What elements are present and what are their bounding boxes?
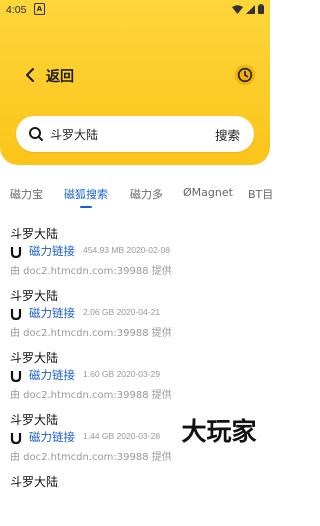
list-item[interactable]: 斗罗大陆: [10, 468, 260, 526]
result-meta: 1.44 GB 2020-03-28: [83, 431, 160, 441]
magnet-link[interactable]: 磁力链接: [29, 429, 75, 445]
magnet-icon: [10, 247, 22, 258]
watermark-logo: 大玩家: [181, 417, 256, 446]
source-tabs: 磁力宝 磁狐搜索 磁力多 ØMagnet BT目: [0, 180, 273, 210]
result-size: 1.60 GB: [83, 369, 115, 379]
search-bar[interactable]: 斗罗大陆 搜索: [16, 116, 254, 152]
result-title[interactable]: 斗罗大陆: [10, 287, 58, 304]
result-date: 2020-03-28: [116, 431, 161, 441]
list-item[interactable]: 斗罗大陆 磁力链接 1.60 GB 2020-03-29 由 doc2.htmc…: [10, 344, 260, 402]
tab-cililibao[interactable]: 磁力宝: [10, 186, 43, 202]
back-button[interactable]: [20, 64, 42, 86]
top-bar: 返回: [0, 58, 270, 92]
tab-omagnet[interactable]: ØMagnet: [183, 186, 233, 199]
magnet-icon: [10, 309, 22, 320]
magnet-link[interactable]: 磁力链接: [29, 243, 75, 259]
result-title[interactable]: 斗罗大陆: [10, 225, 58, 242]
result-title[interactable]: 斗罗大陆: [10, 411, 58, 428]
chevron-left-icon: [26, 68, 34, 82]
status-time: 4:05: [6, 4, 27, 16]
tab-cihu-search[interactable]: 磁狐搜索: [64, 186, 108, 202]
magnet-link[interactable]: 磁力链接: [29, 367, 75, 383]
watermark-text: 大玩家: [181, 417, 256, 446]
active-tab-indicator: [80, 206, 92, 208]
search-input[interactable]: 斗罗大陆: [50, 126, 98, 143]
tab-bt[interactable]: BT目: [248, 186, 273, 202]
list-item[interactable]: 斗罗大陆 磁力链接 2.06 GB 2020-04-21 由 doc2.htmc…: [10, 282, 260, 340]
result-date: 2020-03-29: [116, 369, 161, 379]
clock-icon: [235, 65, 255, 85]
battery-icon: [258, 4, 264, 14]
status-icons: [232, 4, 264, 14]
result-source: 由 doc2.htmcdn.com:39988 提供: [10, 390, 172, 401]
result-size: 1.44 GB: [83, 431, 115, 441]
result-meta: 1.60 GB 2020-03-29: [83, 369, 160, 379]
list-item[interactable]: 斗罗大陆 磁力链接 454.93 MB 2020-02-08 由 doc2.ht…: [10, 220, 260, 278]
result-date: 2020-04-21: [116, 307, 161, 317]
magnet-icon: [10, 433, 22, 444]
result-title[interactable]: 斗罗大陆: [10, 473, 58, 490]
wifi-icon: [232, 4, 243, 14]
search-icon: [29, 127, 43, 141]
magnet-icon: [10, 371, 22, 382]
result-source: 由 doc2.htmcdn.com:39988 提供: [10, 328, 172, 339]
signal-icon: [246, 4, 255, 14]
tab-ciliduo[interactable]: 磁力多: [130, 186, 163, 202]
history-button[interactable]: [234, 64, 256, 86]
result-date: 2020-02-08: [126, 245, 170, 255]
status-bar: 4:05 A: [0, 0, 270, 22]
result-title[interactable]: 斗罗大陆: [10, 349, 58, 366]
magnet-link[interactable]: 磁力链接: [29, 305, 75, 321]
result-size: 454.93 MB: [83, 245, 125, 255]
search-button[interactable]: 搜索: [215, 125, 240, 144]
result-source: 由 doc2.htmcdn.com:39988 提供: [10, 452, 172, 463]
result-meta: 454.93 MB 2020-02-08: [83, 245, 170, 255]
result-source: 由 doc2.htmcdn.com:39988 提供: [10, 266, 172, 277]
notification-icon: A: [34, 3, 45, 15]
page-title[interactable]: 返回: [46, 66, 74, 86]
result-size: 2.06 GB: [83, 307, 115, 317]
result-meta: 2.06 GB 2020-04-21: [83, 307, 160, 317]
